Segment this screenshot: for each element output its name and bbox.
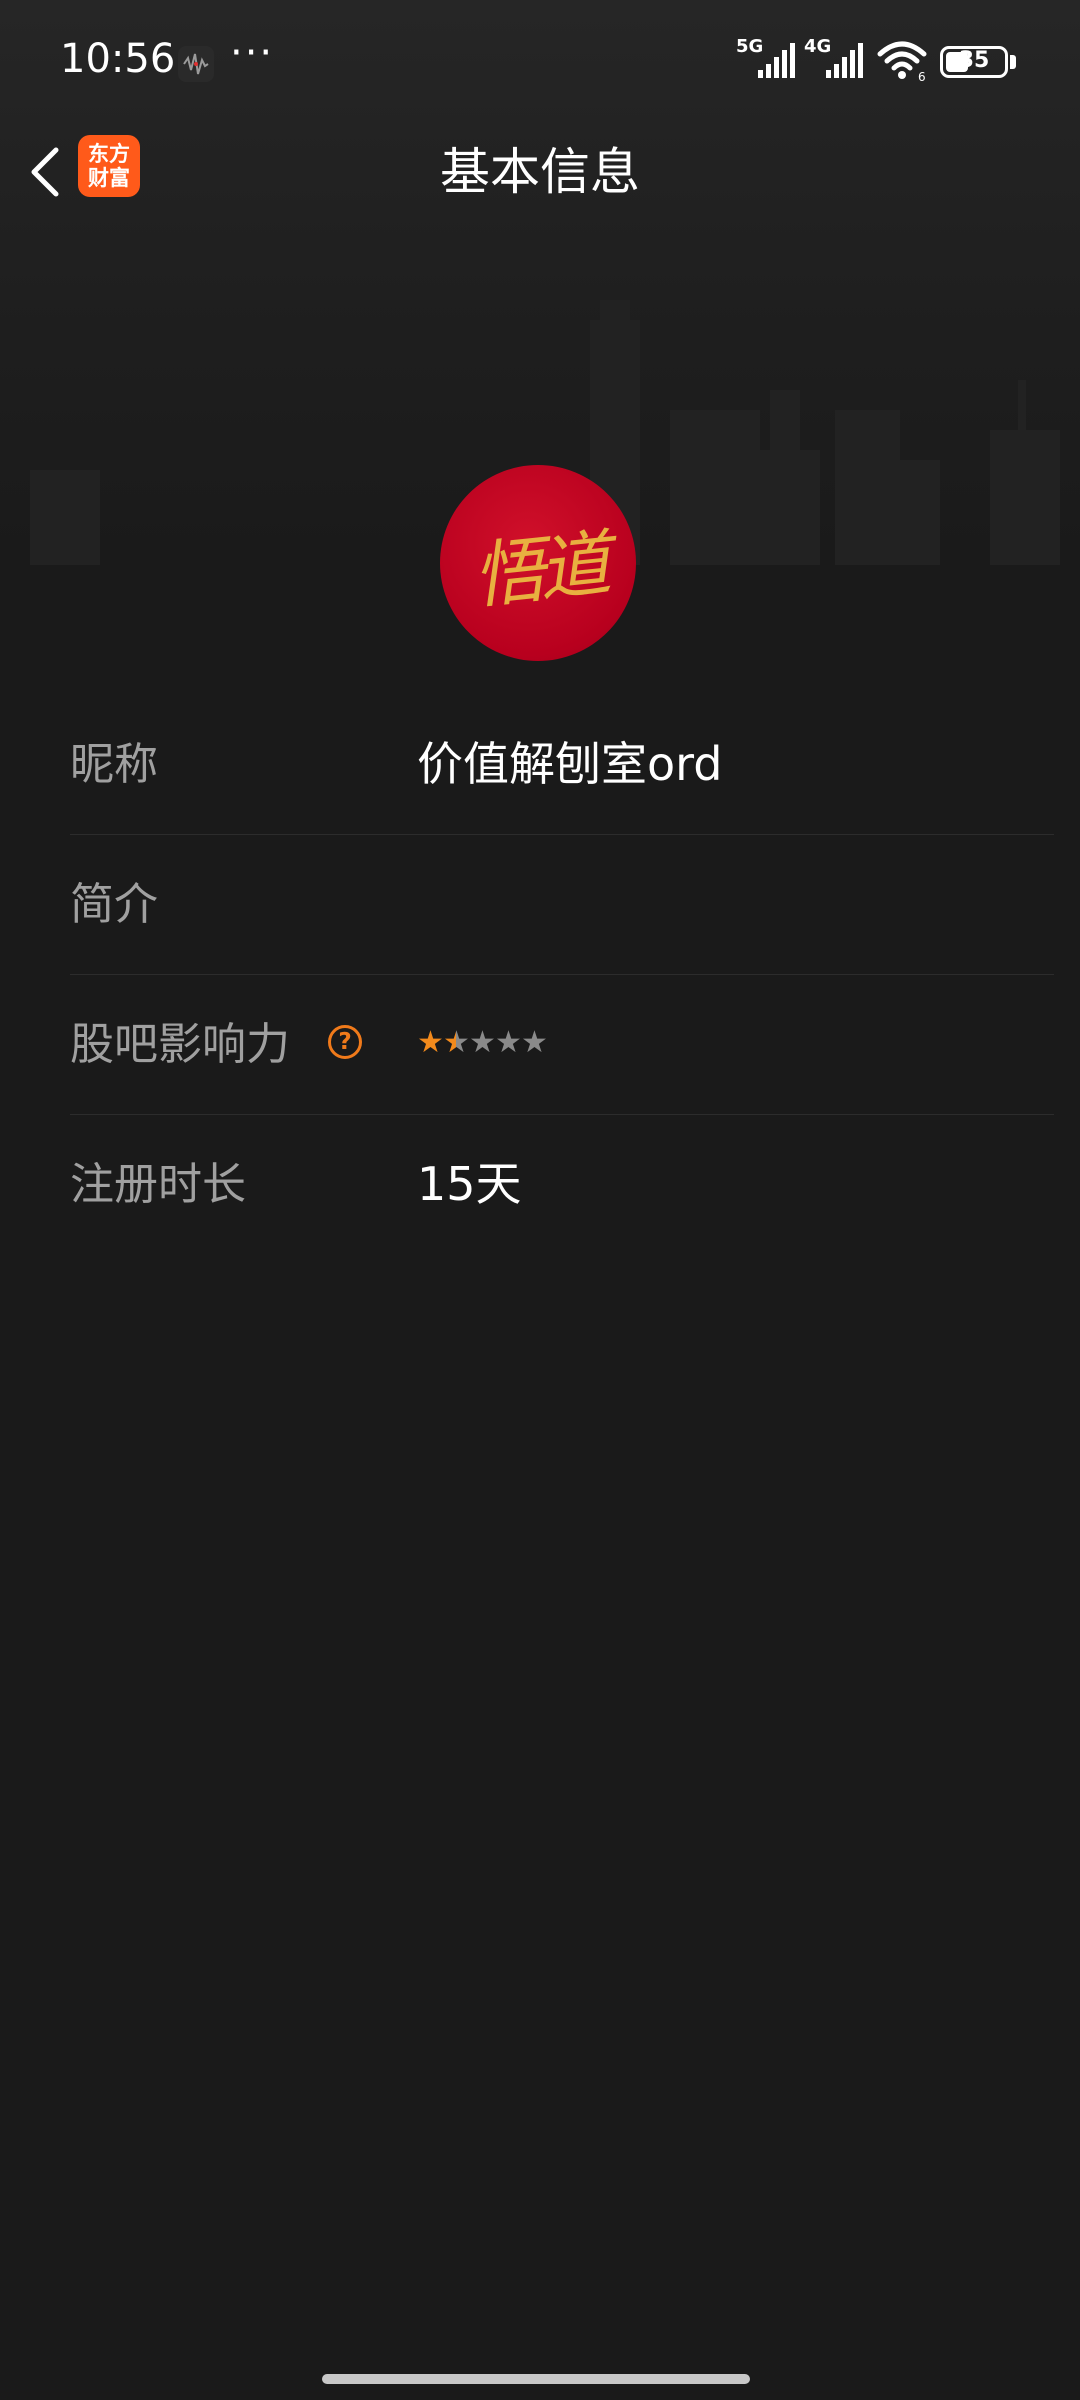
help-icon[interactable]: ? (328, 1025, 362, 1059)
svg-text:6: 6 (918, 70, 926, 82)
signal-4g-icon: 4G (804, 36, 870, 80)
info-list: 昵称 价值解刨室ord 简介 股吧影响力 ? ★ ★ ★ ★ ★ 注册时长 15天 (70, 695, 1054, 1254)
rating-star-icon: ★ (469, 1025, 496, 1060)
influence-row: 股吧影响力 ? ★ ★ ★ ★ ★ (70, 975, 1054, 1115)
voice-recorder-icon (178, 46, 214, 82)
status-bar: 10:56 ··· 5G 4G 6 35 (0, 0, 1080, 130)
battery-tip (1010, 55, 1016, 69)
rating-star-icon: ★ (495, 1025, 522, 1060)
signal-5g-icon: 5G (736, 36, 802, 80)
register-row: 注册时长 15天 (70, 1115, 1054, 1254)
avatar-calligraphy: 悟道 (468, 520, 609, 619)
nickname-label: 昵称 (70, 739, 158, 790)
battery-icon: 35 (940, 46, 1008, 78)
rating-star-icon: ★ (443, 1023, 470, 1063)
home-indicator[interactable] (322, 2374, 750, 2384)
nickname-row: 昵称 价值解刨室ord (70, 695, 1054, 835)
page-title: 基本信息 (440, 143, 640, 201)
rating-star-icon: ★ (521, 1025, 548, 1060)
avatar[interactable]: 悟道 (440, 465, 636, 661)
nickname-value: 价值解刨室ord (417, 737, 723, 791)
battery-level: 35 (958, 48, 990, 73)
wifi-icon: 6 (877, 41, 927, 82)
register-label: 注册时长 (70, 1159, 246, 1210)
intro-row: 简介 (70, 835, 1054, 975)
intro-label: 简介 (70, 879, 158, 930)
influence-rating: ★ ★ ★ ★ ★ (417, 1023, 548, 1063)
rating-star-icon: ★ (417, 1025, 444, 1060)
status-time: 10:56 (60, 36, 176, 82)
more-notifications-icon: ··· (230, 30, 275, 76)
influence-label: 股吧影响力 (70, 1019, 290, 1070)
register-value: 15天 (417, 1157, 522, 1211)
